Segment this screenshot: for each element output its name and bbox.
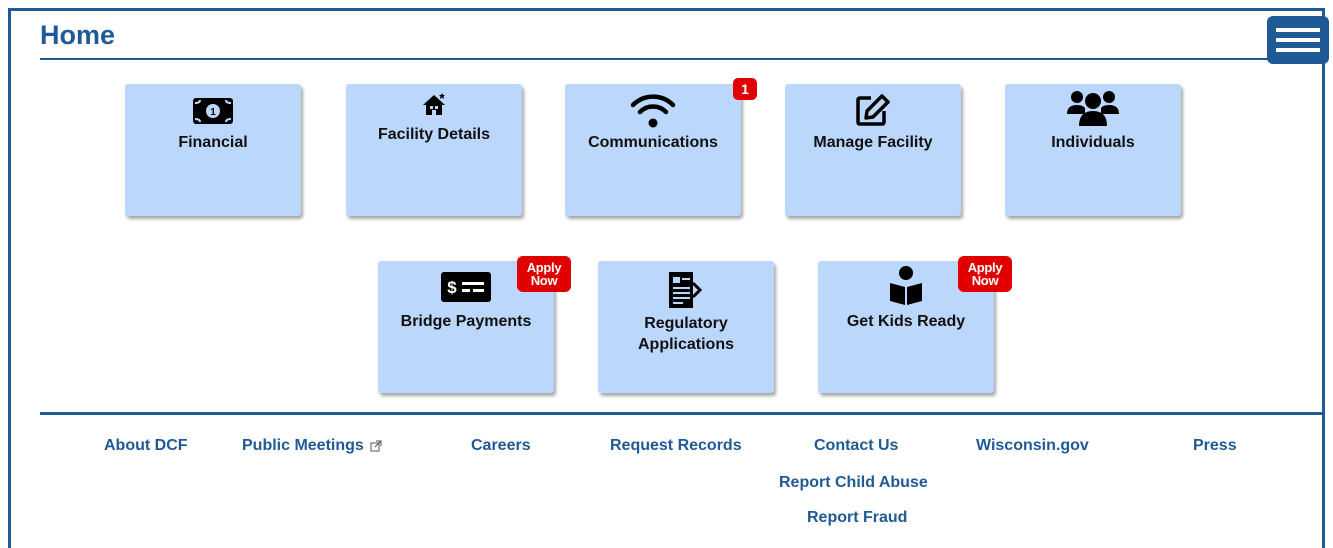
- footer-link-public-meetings[interactable]: Public Meetings: [242, 437, 382, 455]
- footer-link-press[interactable]: Press: [1193, 437, 1237, 455]
- tile-regulatory-applications[interactable]: Regulatory Applications: [598, 261, 774, 393]
- tile-get-kids-ready-label: Get Kids Ready: [846, 313, 966, 330]
- apply-now-badge: Apply Now: [958, 256, 1012, 292]
- footer-link-request-records[interactable]: Request Records: [610, 437, 742, 455]
- wifi-icon: [565, 92, 741, 128]
- title-divider: [40, 58, 1268, 60]
- tile-facility-details[interactable]: Facility Details: [346, 84, 522, 216]
- footer-link-report-child-abuse[interactable]: Report Child Abuse: [779, 474, 928, 492]
- tile-manage-facility[interactable]: Manage Facility: [785, 84, 961, 216]
- money-bill-icon: 1: [125, 97, 301, 125]
- notification-badge: 1: [733, 78, 757, 100]
- svg-text:1: 1: [210, 107, 216, 118]
- document-icon: [598, 271, 774, 309]
- tile-individuals[interactable]: Individuals: [1005, 84, 1181, 216]
- footer-link-careers[interactable]: Careers: [471, 437, 531, 455]
- apply-now-badge: Apply Now: [517, 256, 571, 292]
- tile-financial[interactable]: 1 Financial: [125, 84, 301, 216]
- tile-bridge-payments-label: Bridge Payments: [400, 313, 532, 330]
- users-icon: [1005, 86, 1181, 128]
- footer-link-about-dcf[interactable]: About DCF: [104, 437, 188, 455]
- edit-icon: [785, 93, 961, 127]
- svg-text:$: $: [447, 278, 457, 297]
- tile-financial-label: Financial: [178, 134, 248, 151]
- hamburger-menu-button[interactable]: [1267, 16, 1329, 64]
- house-icon: [346, 92, 522, 116]
- tile-communications[interactable]: Communications 1: [565, 78, 757, 216]
- page-title: Home: [40, 20, 116, 50]
- hamburger-menu-icon: [1276, 28, 1320, 32]
- external-link-icon: [370, 440, 382, 452]
- tile-manage-facility-label: Manage Facility: [813, 134, 933, 151]
- tile-communications-label: Communications: [588, 134, 718, 151]
- tile-facility-details-label: Facility Details: [377, 126, 491, 143]
- tile-get-kids-ready[interactable]: Get Kids Ready Apply Now: [818, 256, 1012, 393]
- tile-bridge-payments[interactable]: $ Bridge Payments Apply Now: [378, 256, 571, 393]
- tile-individuals-label: Individuals: [1051, 134, 1135, 151]
- footer-link-report-fraud[interactable]: Report Fraud: [807, 509, 907, 527]
- tile-regulatory-applications-label: Regulatory Applications: [637, 315, 734, 353]
- footer-link-contact-us[interactable]: Contact Us: [814, 437, 898, 455]
- footer-divider: [40, 412, 1325, 415]
- footer-link-wisconsin-gov[interactable]: Wisconsin.gov: [976, 437, 1089, 455]
